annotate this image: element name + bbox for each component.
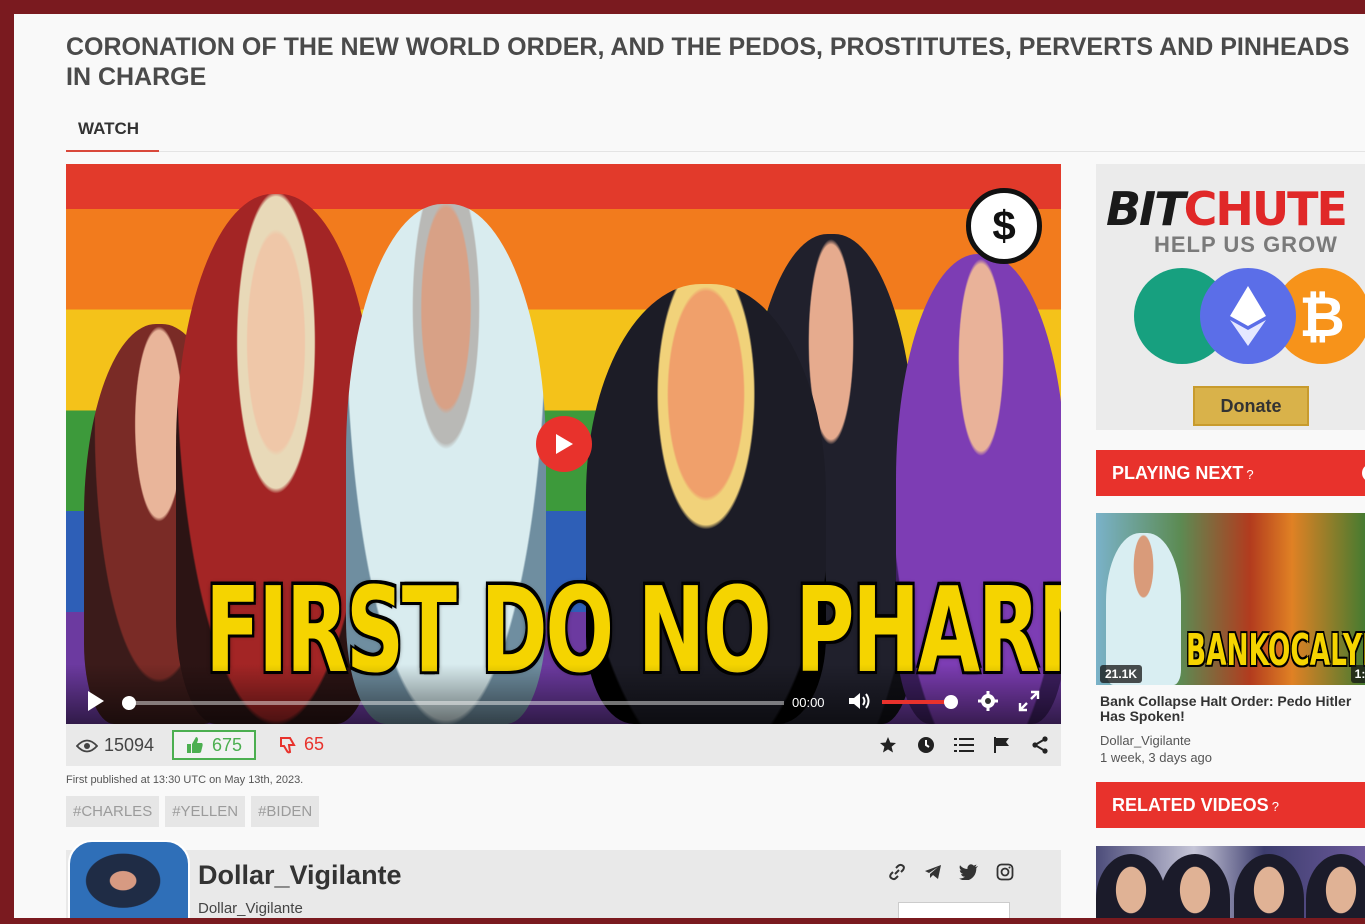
play-button[interactable] [86,690,106,717]
thumbs-down-icon [280,736,296,753]
channel-socials [887,862,1015,882]
volume-button[interactable] [848,691,872,716]
list-icon [954,738,974,752]
subscribe-button[interactable] [898,902,1010,918]
tag-link[interactable]: #BIDEN [251,796,320,827]
ad-tagline: HELP US GROW [1154,232,1338,257]
share-icon [1032,736,1048,754]
dislike-count: 65 [304,734,325,754]
video-player[interactable]: $ FIRST DO NO PHARM 00:00 [66,164,1061,724]
share-button[interactable] [1029,734,1051,756]
like-button[interactable]: 675 [172,730,256,760]
dollar-bomb-icon: $ [966,188,1042,264]
player-controls: 00:00 [66,664,1061,724]
tab-bar: WATCH [66,114,1365,152]
favorite-button[interactable] [877,734,899,756]
autoplay-toggle[interactable] [1360,462,1365,484]
star-icon [880,737,896,753]
telegram-link[interactable] [923,862,943,882]
link-icon [889,863,905,881]
bitchute-logo: BITCHUTE [1106,182,1348,236]
donate-button[interactable]: Donate [1193,386,1309,426]
seek-handle[interactable] [122,696,136,710]
next-video-channel[interactable]: Dollar_Vigilante [1100,732,1212,749]
tag-link[interactable]: #CHARLES [66,796,160,827]
dislike-button[interactable]: 65 [278,734,324,755]
current-time: 00:00 [792,695,825,710]
play-icon [88,691,104,711]
seek-bar[interactable] [124,701,784,705]
fullscreen-button[interactable] [1018,690,1040,717]
thumbnail-figure [1234,854,1304,918]
playing-next-label: PLAYING NEXT [1112,463,1244,483]
tab-watch[interactable]: WATCH [66,114,159,152]
next-video-age: 1 week, 3 days ago [1100,750,1213,765]
watch-later-button[interactable] [915,734,937,756]
settings-button[interactable] [978,691,998,716]
page-title: CORONATION OF THE NEW WORLD ORDER, AND T… [66,33,1350,91]
related-video-thumbnail[interactable] [1096,846,1365,918]
video-stats-bar: 15094 675 65 [66,724,1061,766]
next-thumbnail-text: BANKOCALYPSE [1186,625,1365,676]
next-view-count: 21.1K [1100,665,1143,683]
like-count: 675 [211,734,243,755]
channel-avatar[interactable] [68,840,190,918]
video-actions [877,734,1051,756]
eye-icon [76,739,98,752]
playlist-button[interactable] [953,734,975,756]
help-icon: ? [1246,467,1254,482]
bitchute-donate-ad[interactable]: BITCHUTE HELP US GROW ₿ Donate [1096,164,1365,430]
expand-icon [1018,690,1040,712]
twitter-icon [959,864,978,880]
speaker-icon [849,693,870,709]
play-overlay-button[interactable] [536,416,592,472]
website-link[interactable] [887,862,907,882]
thumbnail-figure [1106,533,1181,685]
gear-icon [978,691,998,711]
next-duration: 1:0 [1350,665,1365,683]
thumbnail-figure [1306,854,1365,918]
ethereum-icon [1200,268,1296,364]
view-count-value: 15094 [104,735,155,755]
tag-list: #CHARLES #YELLEN #BIDEN [66,796,320,827]
report-button[interactable] [991,734,1013,756]
channel-card: Dollar_Vigilante Dollar_Vigilante [66,840,1061,918]
flag-icon [994,737,1009,753]
next-video-meta: Dollar_Vigilante 1 week, 3 days ago [1100,732,1212,766]
channel-handle: Dollar_Vigilante [198,900,303,917]
tag-link[interactable]: #YELLEN [165,796,246,827]
playing-next-header: PLAYING NEXT? [1096,450,1365,496]
next-video-thumbnail[interactable]: BANKOCALYPSE 21.1K 1:0 [1096,513,1365,685]
thumbnail-figure [1096,854,1166,918]
volume-slider[interactable] [882,700,952,704]
thumbs-up-icon [186,737,203,753]
thumbnail-figure [1160,854,1230,918]
instagram-icon [996,863,1014,881]
related-videos-label: RELATED VIDEOS [1112,795,1269,815]
instagram-link[interactable] [995,862,1015,882]
volume-handle[interactable] [944,695,958,709]
next-video-title[interactable]: Bank Collapse Halt Order: Pedo Hitler Ha… [1100,694,1365,724]
telegram-icon [925,865,941,879]
channel-name[interactable]: Dollar_Vigilante [198,860,402,891]
view-count: 15094 [76,735,154,756]
page-frame: CORONATION OF THE NEW WORLD ORDER, AND T… [14,14,1365,918]
help-icon: ? [1271,799,1279,814]
clock-icon [918,737,934,753]
related-videos-header: RELATED VIDEOS? [1096,782,1365,828]
play-icon [556,434,573,454]
publish-date: First published at 13:30 UTC on May 13th… [66,774,304,786]
twitter-link[interactable] [959,862,979,882]
